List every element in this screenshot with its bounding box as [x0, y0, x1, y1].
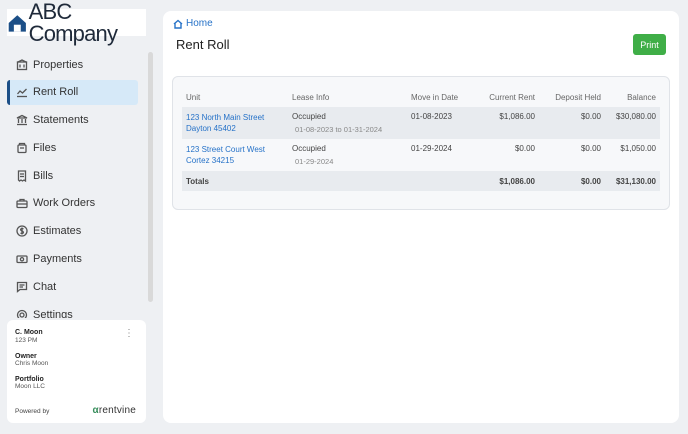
table-row: 123 North Main Street Dayton 45402 Occup…: [182, 107, 660, 139]
owner-value: Chris Moon: [15, 360, 49, 367]
lease-dates: 01-29-2024: [295, 157, 334, 166]
sidebar-item-bills[interactable]: Bills: [7, 163, 138, 188]
totals-row: Totals $1,086.00 $0.00 $31,130.00: [182, 171, 660, 191]
unit-city-zip: Dayton 45402: [186, 124, 236, 133]
lease-status: Occupied: [292, 144, 326, 153]
lease-status: Occupied: [292, 112, 326, 121]
deposit-held-cell: $0.00: [539, 139, 605, 171]
column-header-balance: Balance: [627, 92, 656, 102]
lease-dates: 01-08-2023 to 01-31-2024: [295, 125, 383, 134]
balance-cell: $1,050.00: [605, 139, 660, 171]
column-header-move-in-date: Move in Date: [411, 92, 459, 102]
folder-icon: [16, 142, 28, 154]
sidebar-item-label: Bills: [33, 169, 54, 182]
sidebar-item-label: Rent Roll: [33, 86, 79, 99]
breadcrumb[interactable]: Home: [173, 18, 213, 29]
main-panel: Home Rent Roll Print Unit Lease Info Mov…: [163, 11, 679, 423]
dollar-circle-icon: [16, 225, 28, 237]
powered-by-label: Powered by: [15, 408, 50, 415]
sidebar-item-estimates[interactable]: Estimates: [7, 219, 138, 244]
sidebar-nav: Properties Rent Roll Statements Files Bi…: [7, 46, 154, 318]
totals-empty-cell: [288, 171, 407, 191]
chat-icon: [16, 281, 28, 293]
column-header-current-rent: Current Rent: [489, 92, 535, 102]
sidebar-item-label: Chat: [33, 280, 57, 293]
column-header-deposit-held: Deposit Held: [555, 92, 601, 102]
totals-empty-cell: [407, 171, 477, 191]
unit-address: 123 Street Court West: [186, 145, 265, 154]
sidebar-scrollbar[interactable]: [148, 52, 153, 302]
unit-link[interactable]: 123 North Main Street Dayton 45402: [186, 112, 284, 134]
receipt-icon: [16, 170, 28, 182]
sidebar-item-label: Settings: [33, 308, 73, 318]
totals-deposit-held: $0.00: [539, 171, 605, 191]
sidebar-item-files[interactable]: Files: [7, 135, 138, 160]
portfolio-value: Moon LLC: [15, 383, 45, 390]
table-row: 123 Street Court West Cortez 34215 Occup…: [182, 139, 660, 171]
sidebar-item-properties[interactable]: Properties: [7, 52, 138, 77]
sidebar-item-label: Properties: [33, 58, 84, 71]
deposit-held-cell: $0.00: [539, 107, 605, 139]
unit-city-zip: Cortez 34215: [186, 156, 235, 165]
totals-current-rent: $1,086.00: [477, 171, 539, 191]
owner-label: Owner: [15, 353, 37, 360]
balance-cell: $30,080.00: [605, 107, 660, 139]
unit-link[interactable]: 123 Street Court West Cortez 34215: [186, 144, 284, 166]
profile-card: C. Moon 123 PM ⋮ Owner Chris Moon Portfo…: [7, 320, 146, 423]
user-name: C. Moon: [15, 329, 43, 336]
sidebar-item-label: Work Orders: [33, 197, 96, 210]
column-header-unit: Unit: [186, 92, 201, 102]
toolbox-icon: [16, 197, 28, 209]
sidebar-item-settings[interactable]: Settings: [7, 302, 138, 318]
bank-icon: [16, 114, 28, 126]
sidebar-item-rent-roll[interactable]: Rent Roll: [7, 79, 138, 105]
move-in-date-cell: 01-29-2024: [407, 139, 477, 171]
print-button[interactable]: Print: [633, 34, 666, 55]
sidebar-item-label: Payments: [33, 253, 82, 266]
page-title: Rent Roll: [176, 37, 230, 52]
table-header-row: Unit Lease Info Move in Date Current Ren…: [182, 87, 660, 107]
portfolio-label: Portfolio: [15, 376, 44, 383]
home-icon: [173, 19, 183, 29]
sidebar-item-payments[interactable]: Payments: [7, 247, 138, 272]
totals-balance: $31,130.00: [605, 171, 660, 191]
sidebar-item-work-orders[interactable]: Work Orders: [7, 191, 138, 216]
column-header-lease-info: Lease Info: [292, 92, 330, 102]
sidebar-item-label: Files: [33, 141, 57, 154]
current-rent-cell: $0.00: [477, 139, 539, 171]
chart-icon: [16, 86, 28, 98]
more-options-icon[interactable]: ⋮: [124, 329, 134, 339]
company-logo[interactable]: ABC Company: [7, 0, 146, 44]
sidebar-item-statements[interactable]: Statements: [7, 108, 138, 133]
unit-cell: 123 Street Court West Cortez 34215: [182, 139, 288, 171]
unit-address: 123 North Main Street: [186, 113, 265, 122]
unit-cell: 123 North Main Street Dayton 45402: [182, 107, 288, 139]
building-icon: [16, 58, 28, 71]
totals-label: Totals: [182, 171, 288, 191]
breadcrumb-home: Home: [186, 18, 213, 29]
user-time: 123 PM: [15, 337, 38, 344]
company-name: ABC Company: [28, 0, 118, 46]
sidebar-item-label: Statements: [33, 114, 89, 127]
rent-roll-table: Unit Lease Info Move in Date Current Ren…: [182, 87, 660, 191]
sidebar-item-label: Estimates: [33, 225, 82, 238]
rent-roll-card: Unit Lease Info Move in Date Current Ren…: [172, 76, 670, 210]
sidebar-item-chat[interactable]: Chat: [7, 274, 138, 299]
current-rent-cell: $1,086.00: [477, 107, 539, 139]
move-in-date-cell: 01-08-2023: [407, 107, 477, 139]
gear-icon: [16, 309, 28, 318]
vendor-logo: αrentvine: [92, 405, 136, 416]
vendor-name: rentvine: [98, 405, 136, 416]
money-icon: [16, 253, 28, 265]
lease-info-cell: Occupied 01-29-2024: [288, 139, 407, 171]
lease-info-cell: Occupied 01-08-2023 to 01-31-2024: [288, 107, 407, 139]
house-logo-icon: [8, 14, 26, 32]
